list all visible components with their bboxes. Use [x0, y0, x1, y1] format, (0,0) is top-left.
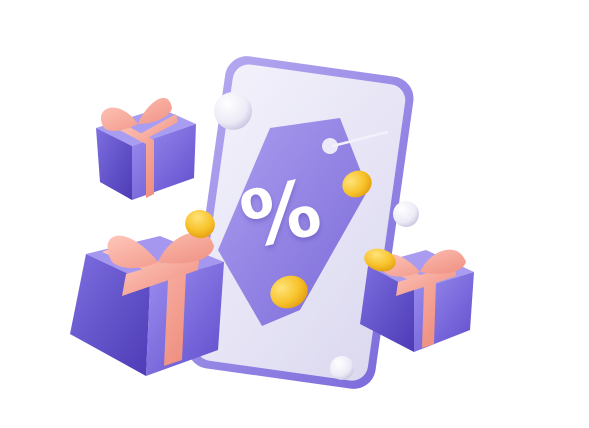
- promo-illustration: %: [0, 0, 589, 424]
- gift-box-top-left: [96, 97, 196, 200]
- pearl: [330, 356, 354, 380]
- pearl: [214, 92, 252, 130]
- gift-box-bottom-left: [70, 232, 224, 376]
- pearl: [393, 201, 419, 227]
